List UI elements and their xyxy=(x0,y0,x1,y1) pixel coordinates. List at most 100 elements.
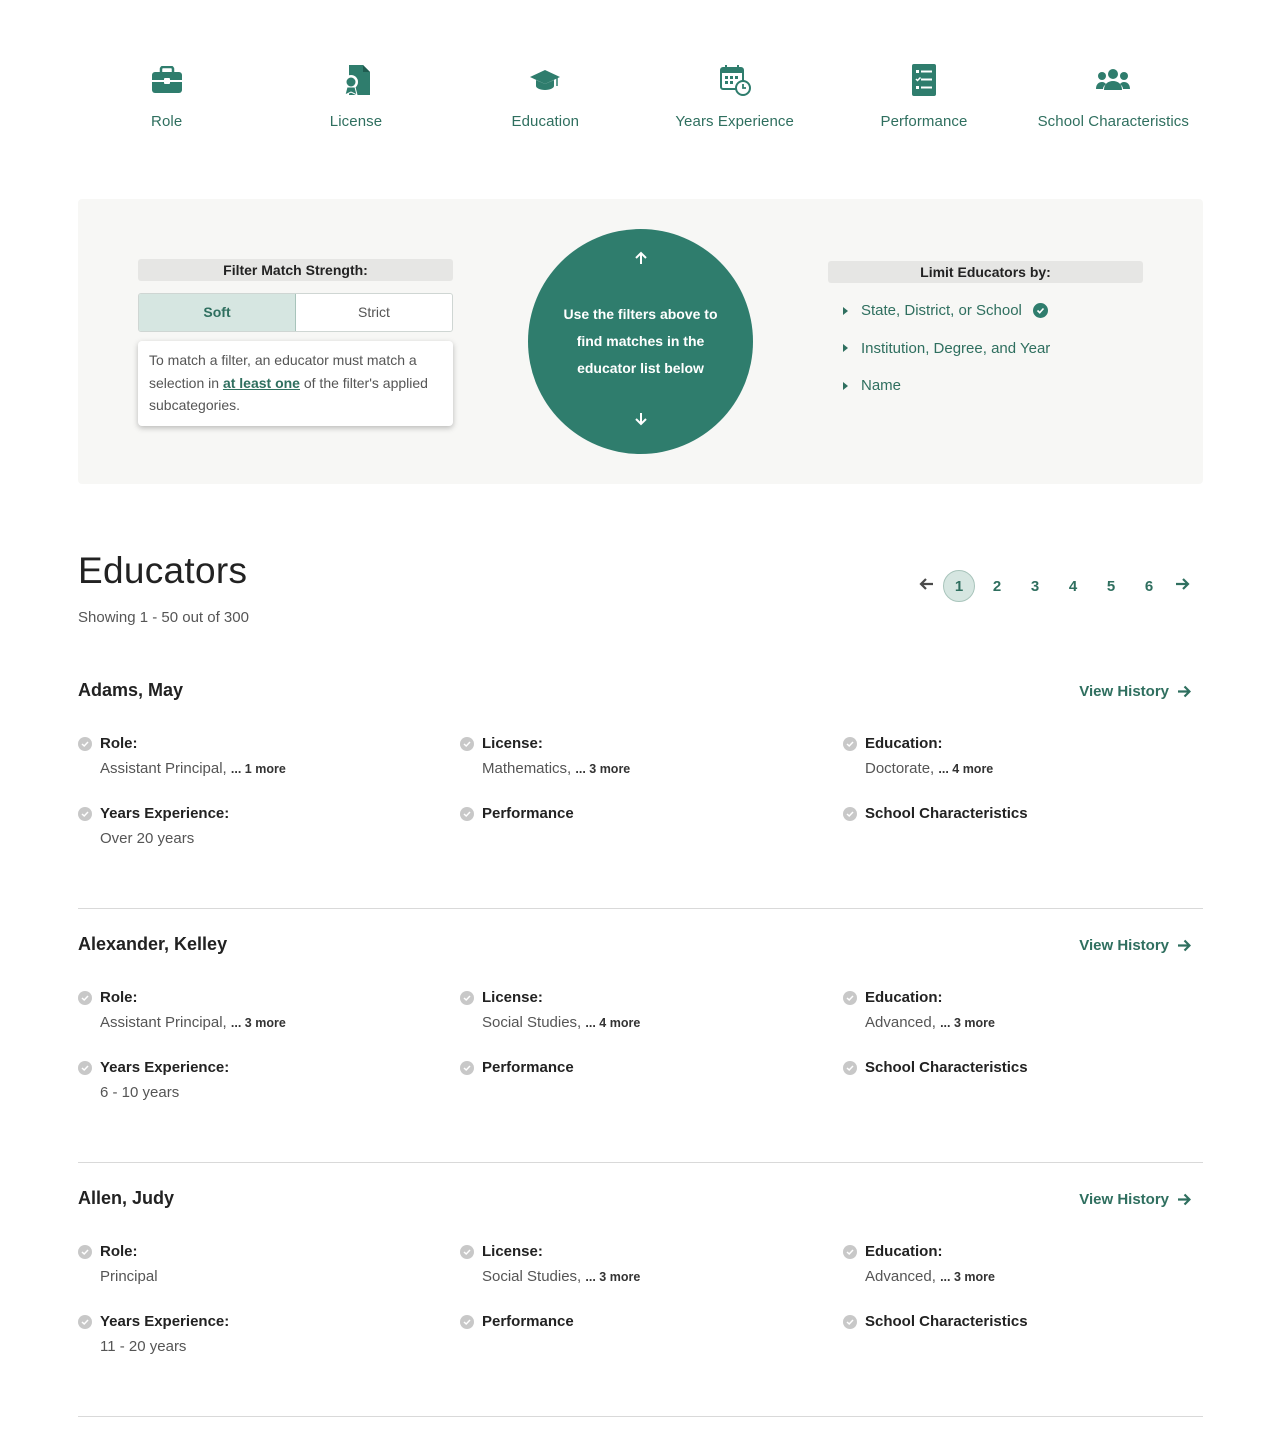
field-license: License: Social Studies, ... 3 more xyxy=(460,1243,760,1285)
page-1-button[interactable]: 1 xyxy=(943,570,975,602)
field-value: 6 - 10 years xyxy=(100,1084,180,1101)
field-value: Assistant Principal, xyxy=(100,760,231,777)
field-years-experience: Years Experience: Over 20 years xyxy=(78,805,378,847)
arrow-right-icon xyxy=(1178,685,1191,698)
check-circle-icon xyxy=(460,806,474,821)
field-license: License: Mathematics, ... 3 more xyxy=(460,735,760,777)
briefcase-icon xyxy=(149,62,185,98)
category-label: Education xyxy=(511,113,580,130)
category-education[interactable]: Education xyxy=(451,62,640,142)
page-3-button[interactable]: 3 xyxy=(1019,570,1051,602)
caret-right-icon xyxy=(843,381,848,390)
field-education: Education: Advanced, ... 3 more xyxy=(843,989,1143,1031)
field-education: Education: Doctorate, ... 4 more xyxy=(843,735,1143,777)
filter-panel: Filter Match Strength: Soft Strict To ma… xyxy=(78,199,1203,484)
field-label: License: xyxy=(482,989,543,1006)
educator-name: Allen, Judy xyxy=(78,1188,175,1208)
field-label: Role: xyxy=(100,1243,138,1260)
view-history-button[interactable]: View History xyxy=(1079,937,1191,954)
field-label: Role: xyxy=(100,989,138,1006)
more-link[interactable]: ... 3 more xyxy=(940,1016,995,1030)
educator-name: Adams, May xyxy=(78,680,184,700)
check-circle-icon xyxy=(460,1244,474,1259)
category-license[interactable]: License xyxy=(261,62,450,142)
category-label: Performance xyxy=(880,113,968,130)
check-circle-icon xyxy=(78,1314,92,1329)
field-value: 11 - 20 years xyxy=(100,1338,187,1355)
at-least-one-link[interactable]: at least one xyxy=(223,375,300,391)
check-circle-icon xyxy=(843,1314,857,1329)
arrow-right-icon xyxy=(1178,939,1191,952)
field-label: Years Experience: xyxy=(100,1059,230,1076)
category-school-characteristics[interactable]: School Characteristics xyxy=(1019,62,1208,142)
field-label: Performance xyxy=(482,1059,574,1076)
check-circle-icon xyxy=(460,1060,474,1075)
more-link[interactable]: ... 1 more xyxy=(231,762,286,776)
check-circle-icon xyxy=(78,1244,92,1259)
check-circle-icon xyxy=(843,1244,857,1259)
check-circle-icon xyxy=(843,806,857,821)
field-label: Years Experience: xyxy=(100,805,230,822)
educator-card: Allen, Judy View History Role: Principal… xyxy=(78,1163,1203,1417)
more-link[interactable]: ... 3 more xyxy=(575,762,630,776)
field-label: Performance xyxy=(482,805,574,822)
strict-toggle-button[interactable]: Strict xyxy=(296,294,452,331)
field-label: Years Experience: xyxy=(100,1313,230,1330)
arrow-left-icon xyxy=(918,577,934,596)
view-history-button[interactable]: View History xyxy=(1079,683,1191,700)
more-link[interactable]: ... 4 more xyxy=(938,762,993,776)
field-years-experience: Years Experience: 6 - 10 years xyxy=(78,1059,378,1101)
field-performance: Performance xyxy=(460,1059,760,1076)
prev-page-button[interactable] xyxy=(912,570,940,602)
view-history-button[interactable]: View History xyxy=(1079,1191,1191,1208)
page-6-button[interactable]: 6 xyxy=(1133,570,1165,602)
check-circle-icon xyxy=(843,736,857,751)
field-value: Advanced, xyxy=(865,1268,941,1285)
field-value: Principal xyxy=(100,1268,158,1285)
page-5-button[interactable]: 5 xyxy=(1095,570,1127,602)
arrow-right-icon xyxy=(1175,577,1190,596)
more-link[interactable]: ... 4 more xyxy=(585,1016,640,1030)
category-years-experience[interactable]: Years Experience xyxy=(640,62,829,142)
view-history-label: View History xyxy=(1079,683,1169,700)
check-circle-icon xyxy=(78,806,92,821)
license-icon xyxy=(338,62,374,98)
field-value: Over 20 years xyxy=(100,830,195,847)
limit-educators-heading: Limit Educators by: xyxy=(828,261,1143,283)
limit-item-label: State, District, or School xyxy=(861,302,1022,320)
limit-list: State, District, or School Institution, … xyxy=(828,292,1143,405)
results-count: Showing 1 - 50 out of 300 xyxy=(78,609,249,626)
filter-hint-text: Use the filters above to find matches in… xyxy=(563,306,718,376)
field-school-characteristics: School Characteristics xyxy=(843,805,1143,822)
check-circle-icon xyxy=(1032,303,1048,319)
more-link[interactable]: ... 3 more xyxy=(940,1270,995,1284)
view-history-label: View History xyxy=(1079,937,1169,954)
arrow-up-icon xyxy=(528,251,753,270)
more-link[interactable]: ... 3 more xyxy=(231,1016,286,1030)
next-page-button[interactable] xyxy=(1168,570,1196,602)
view-history-label: View History xyxy=(1079,1191,1169,1208)
category-role[interactable]: Role xyxy=(72,62,261,142)
limit-item-institution-degree-year[interactable]: Institution, Degree, and Year xyxy=(828,330,1143,368)
category-performance[interactable]: Performance xyxy=(829,62,1018,142)
field-label: License: xyxy=(482,735,543,752)
field-value: Social Studies, xyxy=(482,1014,586,1031)
page-4-button[interactable]: 4 xyxy=(1057,570,1089,602)
field-license: License: Social Studies, ... 4 more xyxy=(460,989,760,1031)
category-label: School Characteristics xyxy=(1037,113,1190,130)
soft-toggle-button[interactable]: Soft xyxy=(139,294,296,331)
page-title: Educators xyxy=(78,550,248,591)
match-strength-toggle: Soft Strict xyxy=(138,293,453,332)
field-value: Assistant Principal, xyxy=(100,1014,231,1031)
more-link[interactable]: ... 3 more xyxy=(585,1270,640,1284)
arrow-down-icon xyxy=(528,412,753,431)
page-2-button[interactable]: 2 xyxy=(981,570,1013,602)
calendar-clock-icon xyxy=(717,62,753,98)
field-label: School Characteristics xyxy=(865,1059,1028,1076)
users-icon xyxy=(1095,62,1131,98)
limit-item-state-district-school[interactable]: State, District, or School xyxy=(828,292,1143,330)
limit-item-name[interactable]: Name xyxy=(828,367,1143,405)
check-circle-icon xyxy=(460,736,474,751)
category-label: License xyxy=(329,113,383,130)
field-label: Performance xyxy=(482,1313,574,1330)
